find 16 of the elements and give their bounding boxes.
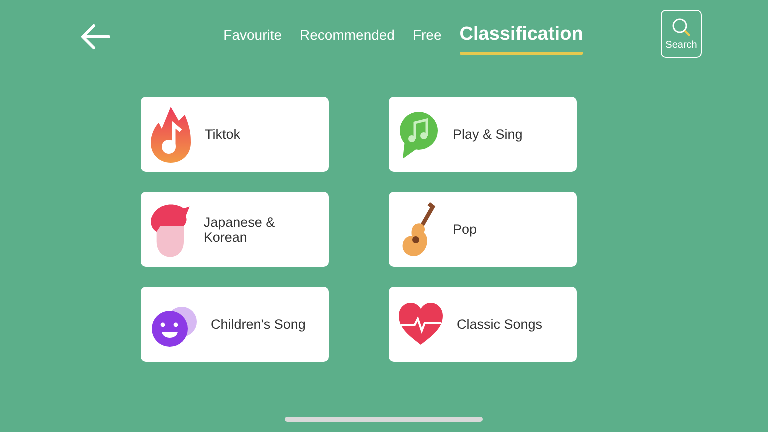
heartbeat-icon xyxy=(399,302,443,346)
category-card[interactable]: Tiktok xyxy=(141,97,329,172)
category-card[interactable]: Children's Song xyxy=(141,287,329,362)
category-label: Children's Song xyxy=(211,317,306,332)
category-label: Japanese & Korean xyxy=(204,214,276,244)
category-card[interactable]: Pop xyxy=(389,192,577,267)
category-card[interactable]: Play & Sing xyxy=(389,97,577,172)
category-label: Tiktok xyxy=(205,127,241,142)
category-card[interactable]: Japanese & Korean xyxy=(141,192,329,267)
flame-note-icon xyxy=(151,106,191,162)
back-arrow-icon xyxy=(81,24,111,50)
category-label: Pop xyxy=(453,222,478,237)
category-label: Classic Songs xyxy=(457,317,543,332)
category-label: Play & Sing xyxy=(453,127,523,142)
category-card[interactable]: Classic Songs xyxy=(389,287,577,362)
search-icon xyxy=(672,18,692,38)
